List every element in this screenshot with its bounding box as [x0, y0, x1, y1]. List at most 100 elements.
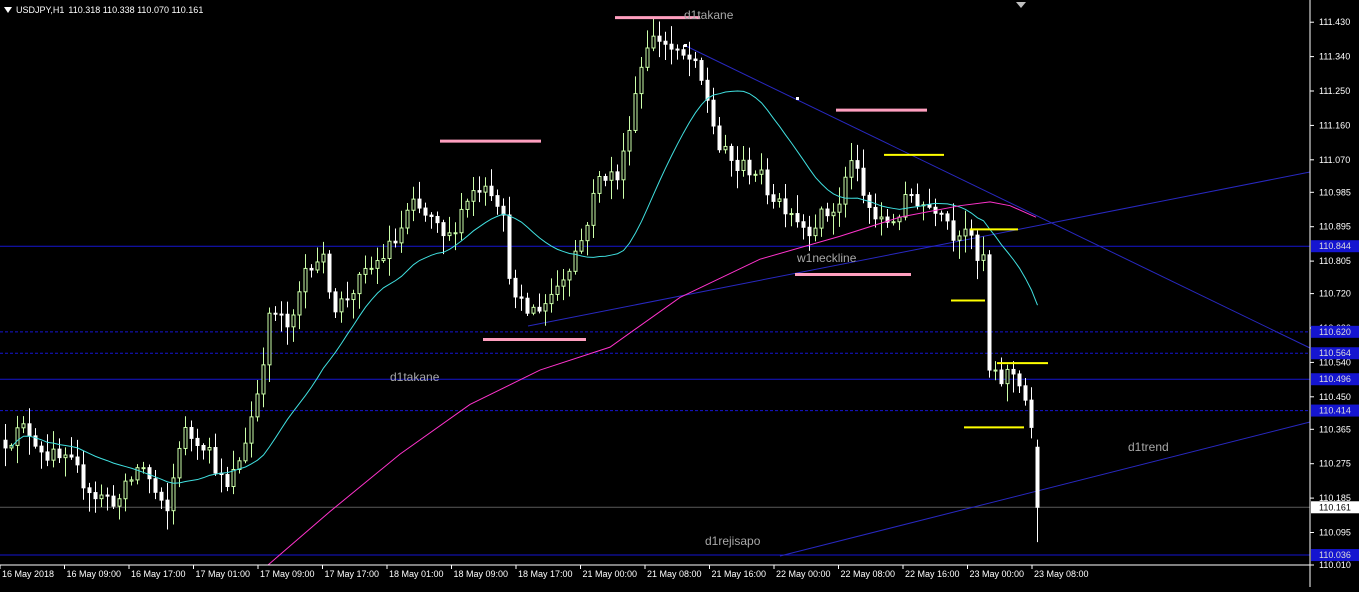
candle: [1017, 373, 1022, 387]
price-tick-label: 111.160: [1319, 120, 1350, 130]
candle: [519, 296, 524, 299]
time-tick-label: 16 May 09:00: [67, 569, 122, 579]
candle: [903, 194, 908, 218]
candle: [513, 277, 518, 298]
time-tick-label: 21 May 00:00: [583, 569, 638, 579]
time-tick-label: 21 May 08:00: [647, 569, 702, 579]
current-price-label: 110.161: [1319, 502, 1351, 512]
candle: [783, 198, 788, 215]
candle: [771, 194, 776, 202]
time-tick-label: 22 May 16:00: [905, 569, 960, 579]
time-tick-label: 18 May 01:00: [389, 569, 444, 579]
candle: [471, 190, 476, 202]
candle: [735, 159, 740, 171]
candle: [777, 198, 782, 202]
price-tick-label: 110.365: [1319, 424, 1351, 434]
symbol-label: USDJPY,H1: [16, 5, 65, 15]
candle: [699, 60, 704, 81]
candle: [21, 423, 26, 429]
price-tick-label: 110.805: [1319, 256, 1351, 266]
candle: [399, 227, 404, 244]
fast-moving-average[interactable]: [11, 90, 1038, 484]
candle: [825, 208, 830, 217]
candle: [447, 232, 452, 237]
price-tick-label: 111.070: [1319, 155, 1350, 165]
candle: [177, 447, 182, 479]
price-tick-label: 111.340: [1319, 52, 1350, 62]
candle: [507, 214, 512, 279]
candle: [315, 261, 320, 271]
candle: [801, 221, 806, 228]
candle: [723, 145, 728, 151]
candle: [99, 494, 104, 500]
candle: [555, 285, 560, 295]
candle: [147, 467, 152, 480]
time-tick-label: 23 May 08:00: [1034, 569, 1089, 579]
candle: [567, 270, 572, 281]
candle: [729, 145, 734, 161]
candle: [195, 437, 200, 446]
chart-text-label: d1trend: [1128, 440, 1169, 454]
candle: [27, 423, 32, 437]
candle: [807, 226, 812, 237]
price-tag-label: 110.496: [1319, 374, 1351, 384]
trend-anchor-point[interactable]: [796, 97, 799, 100]
candle: [165, 499, 170, 512]
candle: [489, 185, 494, 197]
price-tick-label: 111.250: [1319, 86, 1350, 96]
candle: [543, 303, 548, 312]
candle: [117, 498, 122, 507]
candle: [477, 190, 482, 193]
candle: [249, 416, 254, 444]
candle: [279, 313, 284, 316]
candle: [639, 66, 644, 95]
candle: [687, 54, 692, 60]
candle: [333, 291, 338, 313]
candle: [297, 291, 302, 316]
candle: [1011, 368, 1016, 375]
candle: [621, 150, 626, 181]
candle: [1029, 399, 1034, 428]
candle: [423, 207, 428, 216]
candle: [429, 214, 434, 217]
candle: [591, 192, 596, 226]
candle: [357, 273, 362, 295]
candle: [153, 478, 158, 493]
chart-title: USDJPY,H1 110.318 110.338 110.070 110.16…: [4, 5, 203, 15]
trend-anchor-point[interactable]: [684, 44, 687, 47]
chevron-down-icon[interactable]: [4, 7, 12, 13]
candle: [849, 160, 854, 178]
candle: [411, 198, 416, 211]
time-tick-label: 16 May 17:00: [131, 569, 186, 579]
candle: [387, 240, 392, 260]
candle: [651, 35, 656, 49]
candle: [531, 306, 536, 314]
price-chart[interactable]: d1takane d1takane w1neckline d1trend d1rejis…: [0, 0, 1359, 587]
candle: [819, 208, 824, 229]
candle: [417, 198, 422, 209]
candle: [51, 448, 56, 461]
candle: [585, 224, 590, 242]
candle: [441, 222, 446, 237]
candle: [483, 185, 488, 193]
price-tick-label: 110.720: [1319, 289, 1351, 299]
time-tick-label: 22 May 00:00: [776, 569, 831, 579]
candle: [549, 293, 554, 305]
trend-line[interactable]: [779, 421, 1311, 557]
chart-text-label: d1rejisapo: [705, 534, 761, 548]
candle: [93, 492, 98, 500]
chart-text-label: w1neckline: [796, 251, 857, 265]
collapse-icon[interactable]: [1016, 2, 1026, 8]
candle: [891, 221, 896, 224]
candle: [207, 447, 212, 451]
candle: [657, 35, 662, 42]
price-tick-label: 110.895: [1319, 222, 1351, 232]
candle: [693, 58, 698, 62]
candle: [339, 298, 344, 313]
candle: [837, 203, 842, 213]
candle: [273, 312, 278, 315]
candle: [267, 312, 272, 366]
candle: [87, 487, 92, 494]
chart-text-label: d1takane: [390, 370, 440, 384]
candle: [537, 306, 542, 312]
